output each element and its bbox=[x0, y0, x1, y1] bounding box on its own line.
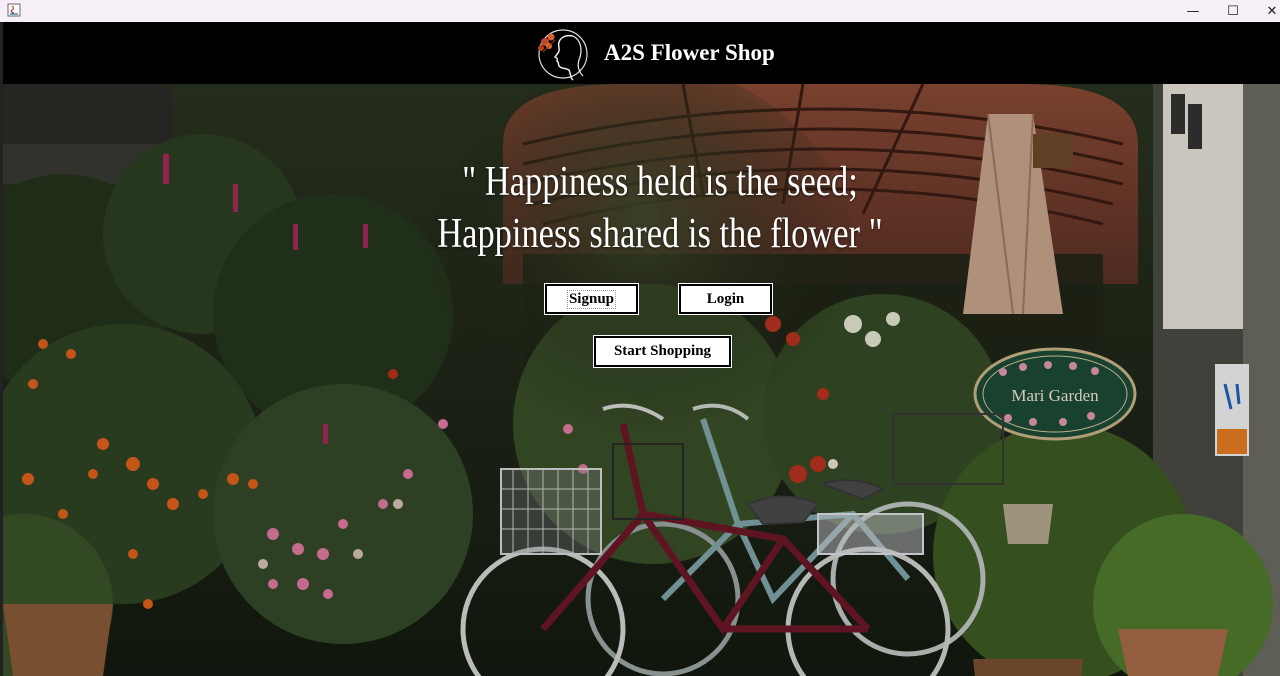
start-shopping-button[interactable]: Start Shopping bbox=[594, 336, 731, 367]
quote-line-2: Happiness shared is the flower " bbox=[437, 211, 883, 257]
woman-profile-logo-icon bbox=[538, 29, 588, 81]
signup-button[interactable]: Signup bbox=[545, 284, 638, 314]
login-button[interactable]: Login bbox=[679, 284, 772, 314]
window-titlebar: — ☐ ✕ bbox=[0, 0, 1280, 22]
maximize-button[interactable]: ☐ bbox=[1213, 0, 1253, 22]
minimize-button[interactable]: — bbox=[1173, 0, 1213, 22]
close-button[interactable]: ✕ bbox=[1252, 0, 1280, 22]
signup-button-label: Signup bbox=[566, 289, 617, 309]
shop-title: A2S Flower Shop bbox=[604, 40, 775, 65]
quote-line-1: " Happiness held is the seed; bbox=[462, 159, 858, 205]
app-header: A2S Flower Shop bbox=[3, 22, 1280, 84]
java-app-icon bbox=[7, 3, 21, 17]
hero-quote: " Happiness held is the seed; Happiness … bbox=[398, 156, 923, 260]
